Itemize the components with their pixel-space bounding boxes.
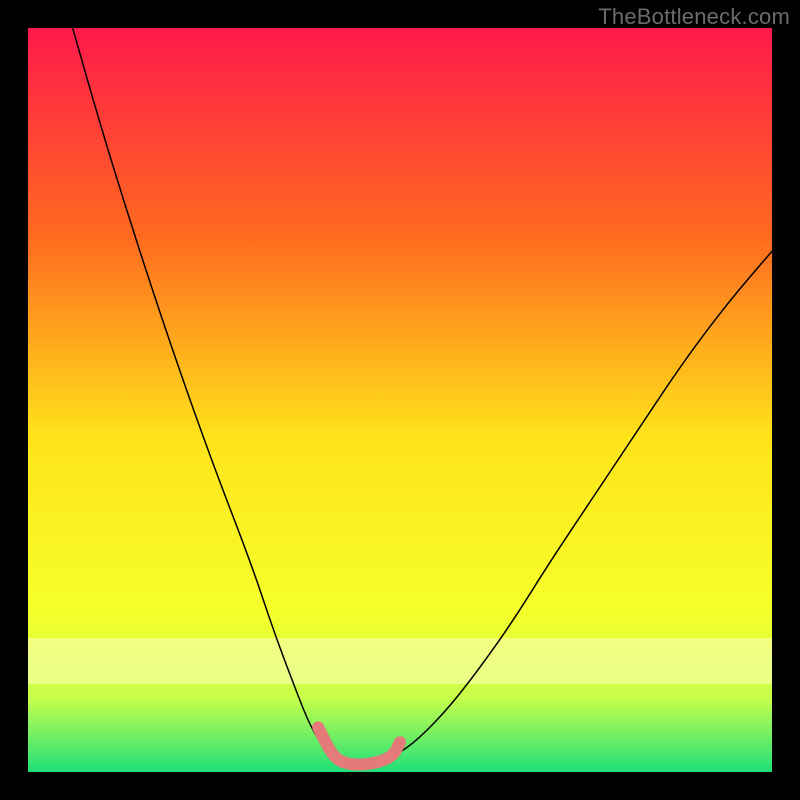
watermark-label: TheBottleneck.com [598, 4, 790, 30]
chart-frame: TheBottleneck.com [0, 0, 800, 800]
chart-svg [28, 28, 772, 772]
highlight-band [28, 638, 772, 684]
plot-area [28, 28, 772, 772]
